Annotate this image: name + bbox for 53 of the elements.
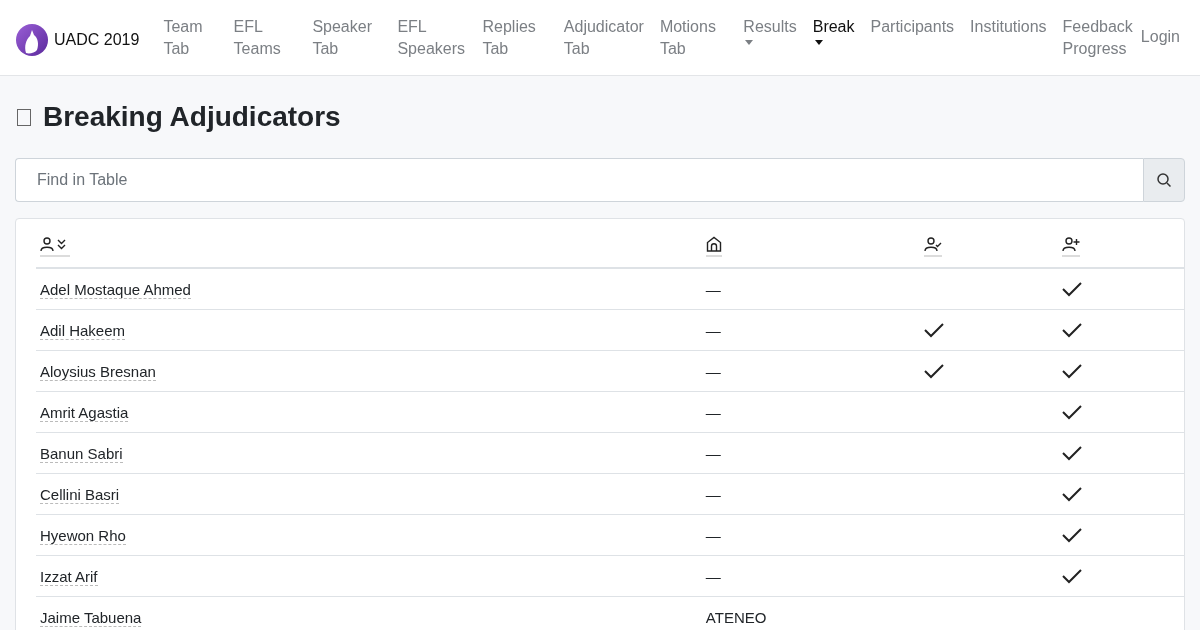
search-field[interactable]: Find in Table: [15, 158, 1143, 202]
caret-icon: [745, 40, 754, 45]
adjudicator-link[interactable]: Adil Hakeem: [40, 321, 126, 340]
person-check-icon[interactable]: [923, 235, 942, 252]
institution-cell: —: [705, 526, 721, 544]
institution-cell: —: [705, 485, 721, 503]
check-icon: [1061, 404, 1082, 420]
search-button[interactable]: [1143, 158, 1185, 202]
institution-cell: —: [705, 403, 721, 421]
adjudicator-link[interactable]: Cellini Basri: [40, 485, 120, 504]
nav-link[interactable]: Results: [735, 16, 805, 60]
logo-icon: [16, 24, 48, 56]
institution-cell: —: [705, 280, 721, 298]
check-icon: [923, 363, 944, 379]
institution-cell: —: [705, 321, 721, 339]
check-icon: [1061, 363, 1082, 379]
institution-cell: —: [705, 567, 721, 585]
nav-link[interactable]: Feedback Progress: [1054, 16, 1141, 60]
institution-cell: —: [705, 444, 721, 462]
institution-cell: —: [705, 362, 721, 380]
person-plus-icon[interactable]: [1061, 235, 1080, 252]
login-link[interactable]: Login: [1140, 28, 1180, 46]
nav-link[interactable]: Replies Tab: [474, 16, 556, 60]
nav-link[interactable]: Speaker Tab: [304, 16, 390, 60]
check-icon: [923, 322, 944, 338]
nav-link[interactable]: Team Tab: [155, 16, 226, 60]
nav-link[interactable]: Motions Tab: [651, 16, 736, 60]
caret-icon: [814, 40, 823, 45]
adjudicator-link[interactable]: Jaime Tabuena: [40, 608, 142, 627]
home-icon[interactable]: [705, 235, 722, 252]
check-icon: [1061, 322, 1082, 338]
adjudicator-link[interactable]: Amrit Agastia: [40, 403, 129, 422]
nav-link[interactable]: Adjudicator Tab: [555, 16, 652, 60]
brand-link[interactable]: UADC 2019: [16, 24, 140, 56]
check-icon: [1061, 486, 1082, 502]
adjudicator-link[interactable]: Adel Mostaque Ahmed: [40, 280, 191, 299]
adjudicator-link[interactable]: Banun Sabri: [40, 444, 123, 463]
search-icon: [1156, 172, 1172, 188]
check-icon: [1061, 281, 1082, 297]
nav-link[interactable]: Break: [804, 16, 863, 60]
page-title: Breaking Adjudicators: [43, 101, 341, 133]
nav-link[interactable]: Participants: [862, 16, 963, 60]
check-icon: [1061, 568, 1082, 584]
institution-cell: ATENEO: [705, 608, 767, 626]
check-icon: [1061, 527, 1082, 543]
adjudicator-link[interactable]: Izzat Arif: [40, 567, 98, 586]
nav-link[interactable]: EFL Teams: [225, 16, 305, 60]
nav-link[interactable]: EFL Speakers: [389, 16, 475, 60]
nav-link[interactable]: Institutions: [962, 16, 1055, 60]
check-icon: [1061, 445, 1082, 461]
adjudicator-link[interactable]: Aloysius Bresnan: [40, 362, 156, 381]
adjudicator-link[interactable]: Hyewon Rho: [40, 526, 126, 545]
placeholder-icon: [17, 108, 31, 126]
